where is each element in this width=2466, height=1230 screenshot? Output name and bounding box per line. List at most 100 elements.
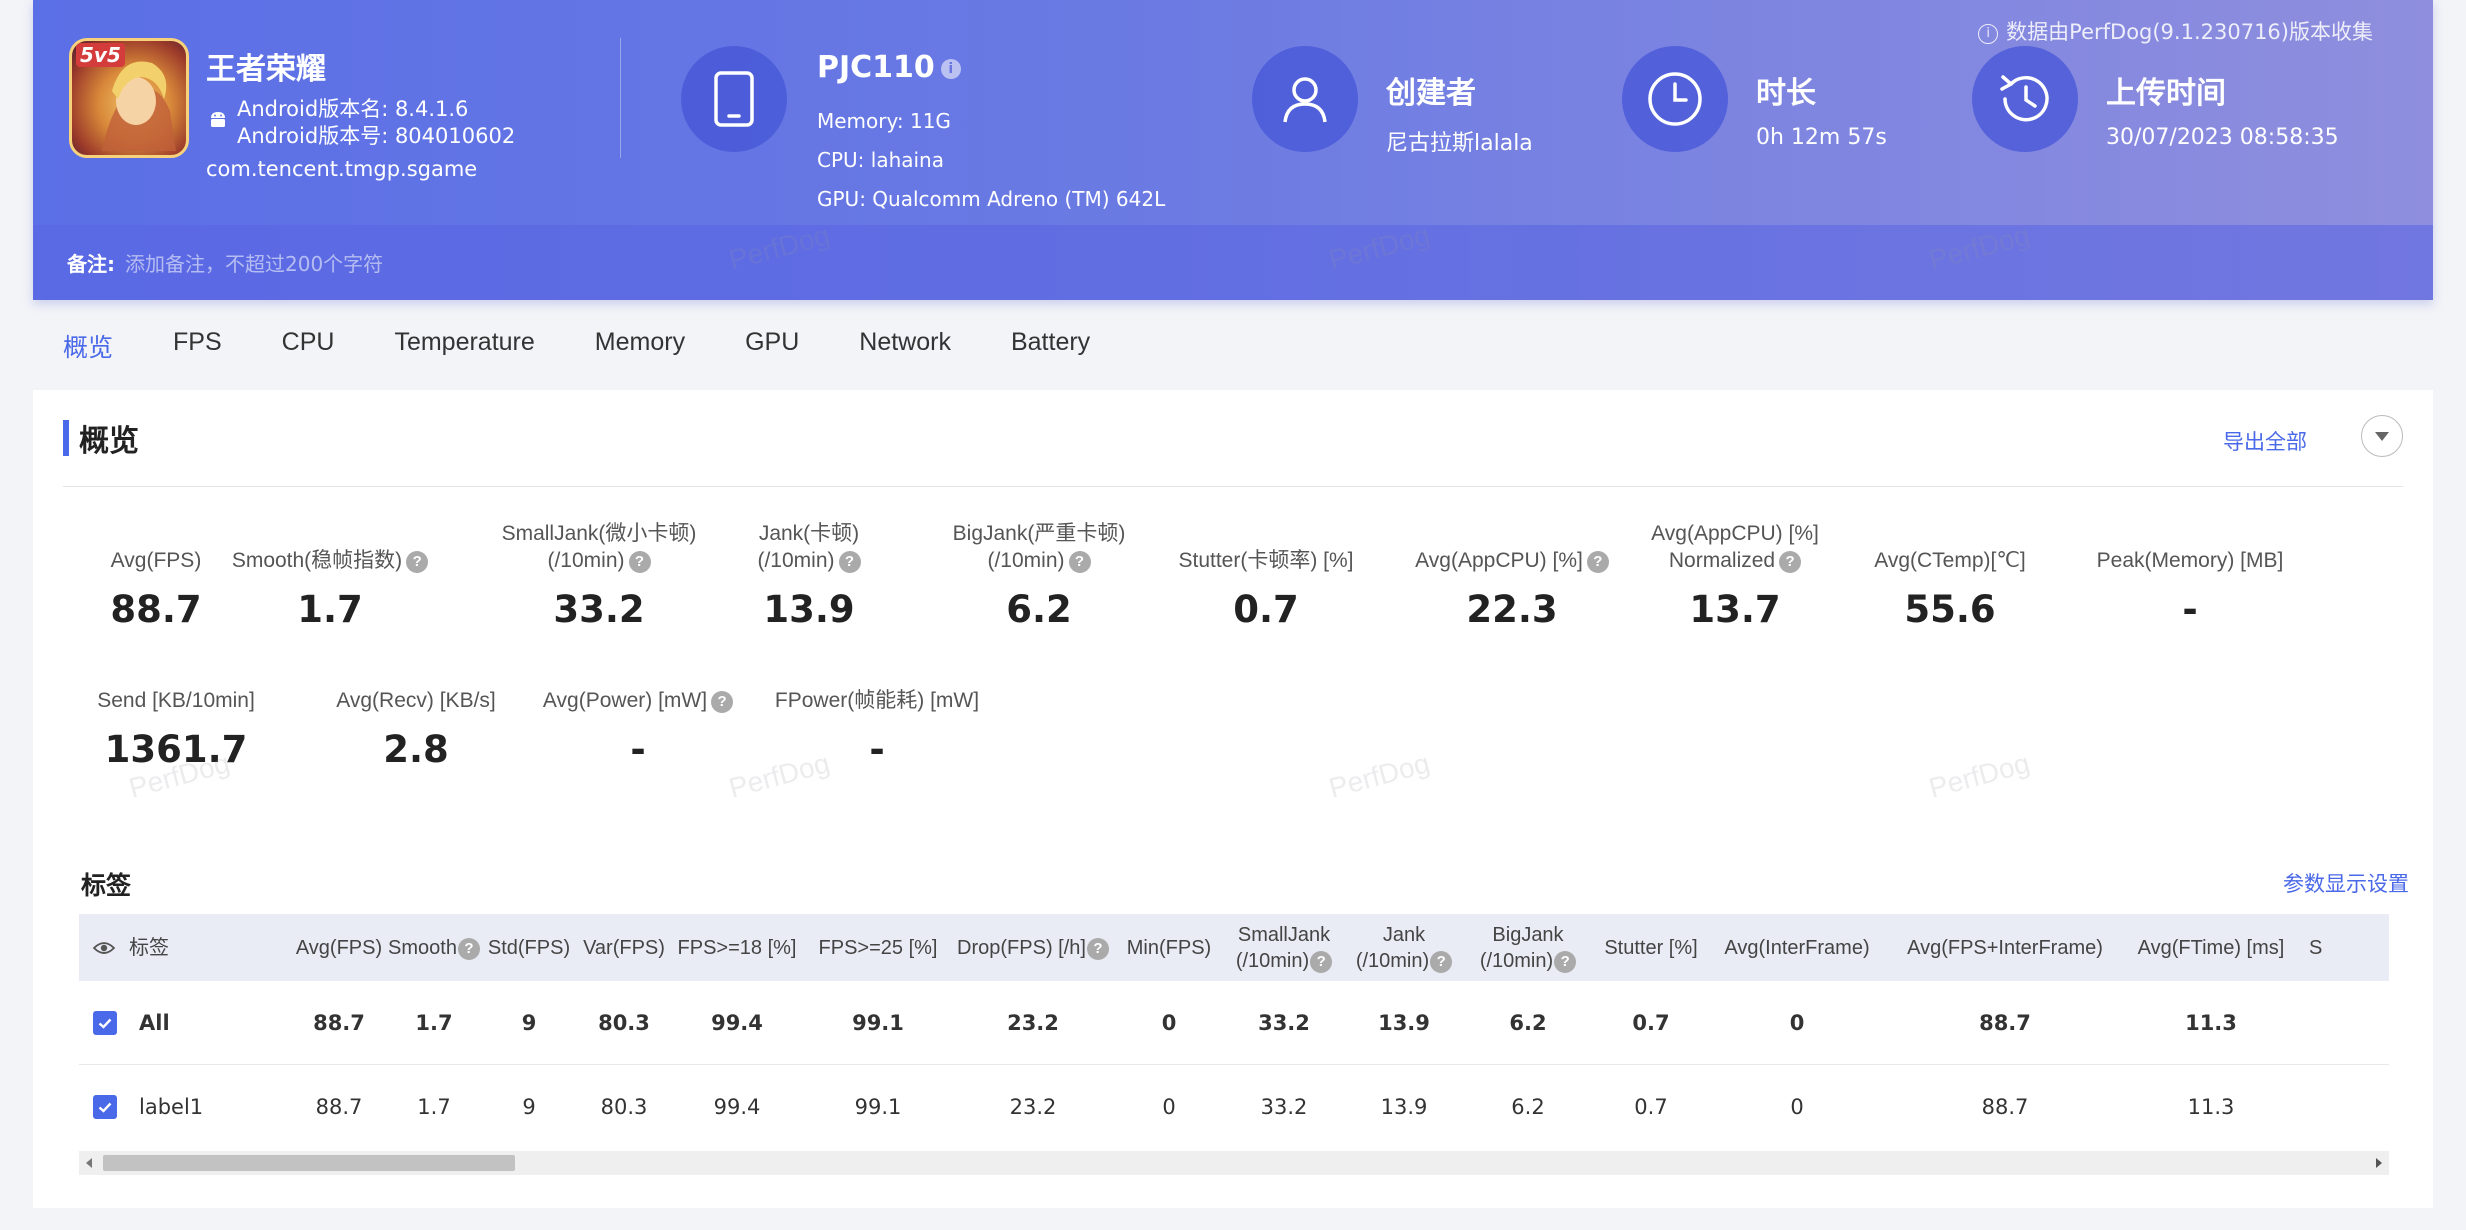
scrollbar-thumb[interactable] <box>103 1155 515 1171</box>
column-header[interactable]: BigJank (/10min)? <box>1463 914 1593 981</box>
metric-value: 1361.7 <box>104 728 248 771</box>
metric-value: 88.7 <box>110 588 202 631</box>
column-header-line: Jank <box>1382 923 1426 946</box>
tab-3[interactable]: Temperature <box>394 328 534 364</box>
row-label-cell: All <box>79 981 289 1065</box>
metric-label-line: Jank(卡顿) <box>758 522 860 545</box>
metric-value: 33.2 <box>553 588 645 631</box>
watermark: PerfDog <box>1325 747 1433 804</box>
metric-label: Send [KB/10min] <box>81 660 271 714</box>
column-header-sub: (/10min) <box>1479 949 1554 972</box>
metric-value: 55.6 <box>1904 588 1996 631</box>
app-name: 王者荣耀 <box>206 52 326 87</box>
column-header-text: S <box>2309 935 2322 961</box>
column-header-label: Std(FPS) <box>487 936 571 959</box>
column-header[interactable]: Min(FPS) <box>1115 914 1223 981</box>
column-header[interactable]: FPS>=25 [%] <box>805 914 951 981</box>
table-cell: 88.7 <box>313 1011 365 1035</box>
help-icon[interactable]: ? <box>457 937 480 960</box>
table-cell: 0 <box>1162 1095 1176 1119</box>
help-icon[interactable]: ? <box>1068 551 1091 573</box>
info-circle-icon: i <box>1978 24 1999 44</box>
eye-icon[interactable] <box>93 940 115 956</box>
metric-value: 22.3 <box>1466 588 1558 631</box>
tab-5[interactable]: GPU <box>745 328 799 364</box>
column-header[interactable]: Avg(FTime) [ms] <box>2125 914 2297 981</box>
param-settings-button[interactable]: 参数显示设置 <box>2283 868 2409 898</box>
metric-value: 13.9 <box>763 588 855 631</box>
metric-card: SmallJank(微小卡顿) (/10min)? 33.2 <box>469 520 729 660</box>
tab-6[interactable]: Network <box>859 328 951 364</box>
table-row[interactable]: label1 88.7 1.7 9 80.3 99.4 99.1 23.2 0 33.2 13.9 6… <box>79 1065 2389 1139</box>
table-cell: 13.9 <box>1378 1011 1430 1035</box>
column-header[interactable]: Avg(FPS) <box>289 914 389 981</box>
column-header[interactable]: Std(FPS) <box>479 914 579 981</box>
column-header[interactable]: Avg(InterFrame) <box>1709 914 1885 981</box>
column-header[interactable]: Smooth? <box>388 914 480 981</box>
metric-value: 6.2 <box>1006 588 1072 631</box>
help-icon[interactable]: ? <box>406 551 429 573</box>
help-icon[interactable]: ? <box>838 551 861 573</box>
column-header[interactable]: S <box>2297 914 2389 981</box>
help-icon[interactable]: ? <box>1310 950 1333 973</box>
horizontal-scrollbar[interactable] <box>79 1151 2389 1175</box>
app-version-name: Android版本名: 8.4.1.6 <box>237 97 469 121</box>
user-icon <box>1252 46 1358 152</box>
metric-label: Jank(卡顿) (/10min)? <box>729 520 889 574</box>
row-checkbox[interactable] <box>93 1095 117 1119</box>
tab-0[interactable]: 概览 <box>63 328 113 364</box>
upload-value: 30/07/2023 08:58:35 <box>2106 125 2339 150</box>
column-header-line: (/10min)? <box>1479 948 1577 974</box>
column-header[interactable]: Var(FPS) <box>579 914 669 981</box>
column-header-line: SmallJank <box>1237 923 1331 946</box>
metric-label-line: Avg(Recv) [KB/s] <box>336 687 496 714</box>
collapse-button[interactable] <box>2361 415 2403 457</box>
metric-label-text: Avg(Recv) [KB/s] <box>336 689 496 712</box>
remark-label: 备注: <box>67 252 115 276</box>
metric-label-line: Avg(FPS) <box>111 547 202 574</box>
help-icon[interactable]: ? <box>1086 937 1109 960</box>
metric-label: BigJank(严重卡顿) (/10min)? <box>919 520 1159 574</box>
tab-1[interactable]: FPS <box>173 328 222 364</box>
metric-card: Avg(Recv) [KB/s] 2.8 <box>301 660 531 800</box>
column-header[interactable]: Jank (/10min)? <box>1345 914 1463 981</box>
column-header[interactable]: FPS>=18 [%] <box>669 914 805 981</box>
scroll-left-icon[interactable] <box>79 1151 99 1175</box>
metric-label-sub: (/10min) <box>987 549 1065 572</box>
column-header-label: Smooth <box>388 936 457 959</box>
column-header[interactable]: SmallJank (/10min)? <box>1223 914 1345 981</box>
column-header-label: Avg(InterFrame) <box>1724 936 1870 959</box>
device-info-icon[interactable]: i <box>940 58 961 79</box>
help-icon[interactable]: ? <box>1430 950 1453 973</box>
help-icon[interactable]: ? <box>628 551 651 573</box>
remark-input[interactable]: 添加备注，不超过200个字符 <box>125 248 383 277</box>
column-header-text: Smooth? <box>388 935 480 961</box>
tab-2[interactable]: CPU <box>282 328 335 364</box>
column-header-label: Stutter [%] <box>1604 936 1698 959</box>
remark-bar: 备注: 添加备注，不超过200个字符 <box>33 225 2433 300</box>
overview-card: 概览 导出全部 Avg(FPS) 88.7 Smooth(稳帧指数)? 1.7 Smal… <box>33 390 2433 1208</box>
scroll-right-icon[interactable] <box>2369 1151 2389 1175</box>
column-header[interactable]: Avg(FPS+InterFrame) <box>1885 914 2125 981</box>
row-checkbox[interactable] <box>93 1011 117 1035</box>
help-icon[interactable]: ? <box>1554 950 1577 973</box>
help-icon[interactable]: ? <box>1779 551 1802 573</box>
column-header-label: Drop(FPS) [/h] <box>957 936 1086 959</box>
metric-card: Avg(CTemp)[℃] 55.6 <box>1855 520 2045 660</box>
column-header[interactable]: Stutter [%] <box>1593 914 1709 981</box>
tab-4[interactable]: Memory <box>595 328 685 364</box>
column-header[interactable]: Drop(FPS) [/h]? <box>951 914 1115 981</box>
metric-label-text: Send [KB/10min] <box>97 689 255 712</box>
tab-7[interactable]: Battery <box>1011 328 1090 364</box>
table-cell: 0.7 <box>1632 1011 1670 1035</box>
metric-label-line: SmallJank(微小卡顿) <box>501 522 697 545</box>
column-header[interactable]: 标签 <box>79 914 289 981</box>
table-row[interactable]: All 88.7 1.7 9 80.3 99.4 99.1 23.2 0 33.2 13.9 6.2 0… <box>79 981 2389 1065</box>
help-icon[interactable]: ? <box>711 691 734 713</box>
help-icon[interactable]: ? <box>1586 551 1609 573</box>
table-cell: 0 <box>1790 1095 1804 1119</box>
header-banner: 5v5 王者荣耀 Android版本名: 8.4.1.6 Android版本号:… <box>33 0 2433 300</box>
export-all-button[interactable]: 导出全部 <box>2223 426 2307 456</box>
table-cell: 6.2 <box>1511 1095 1545 1119</box>
metric-label-text: FPower(帧能耗) [mW] <box>774 689 980 712</box>
